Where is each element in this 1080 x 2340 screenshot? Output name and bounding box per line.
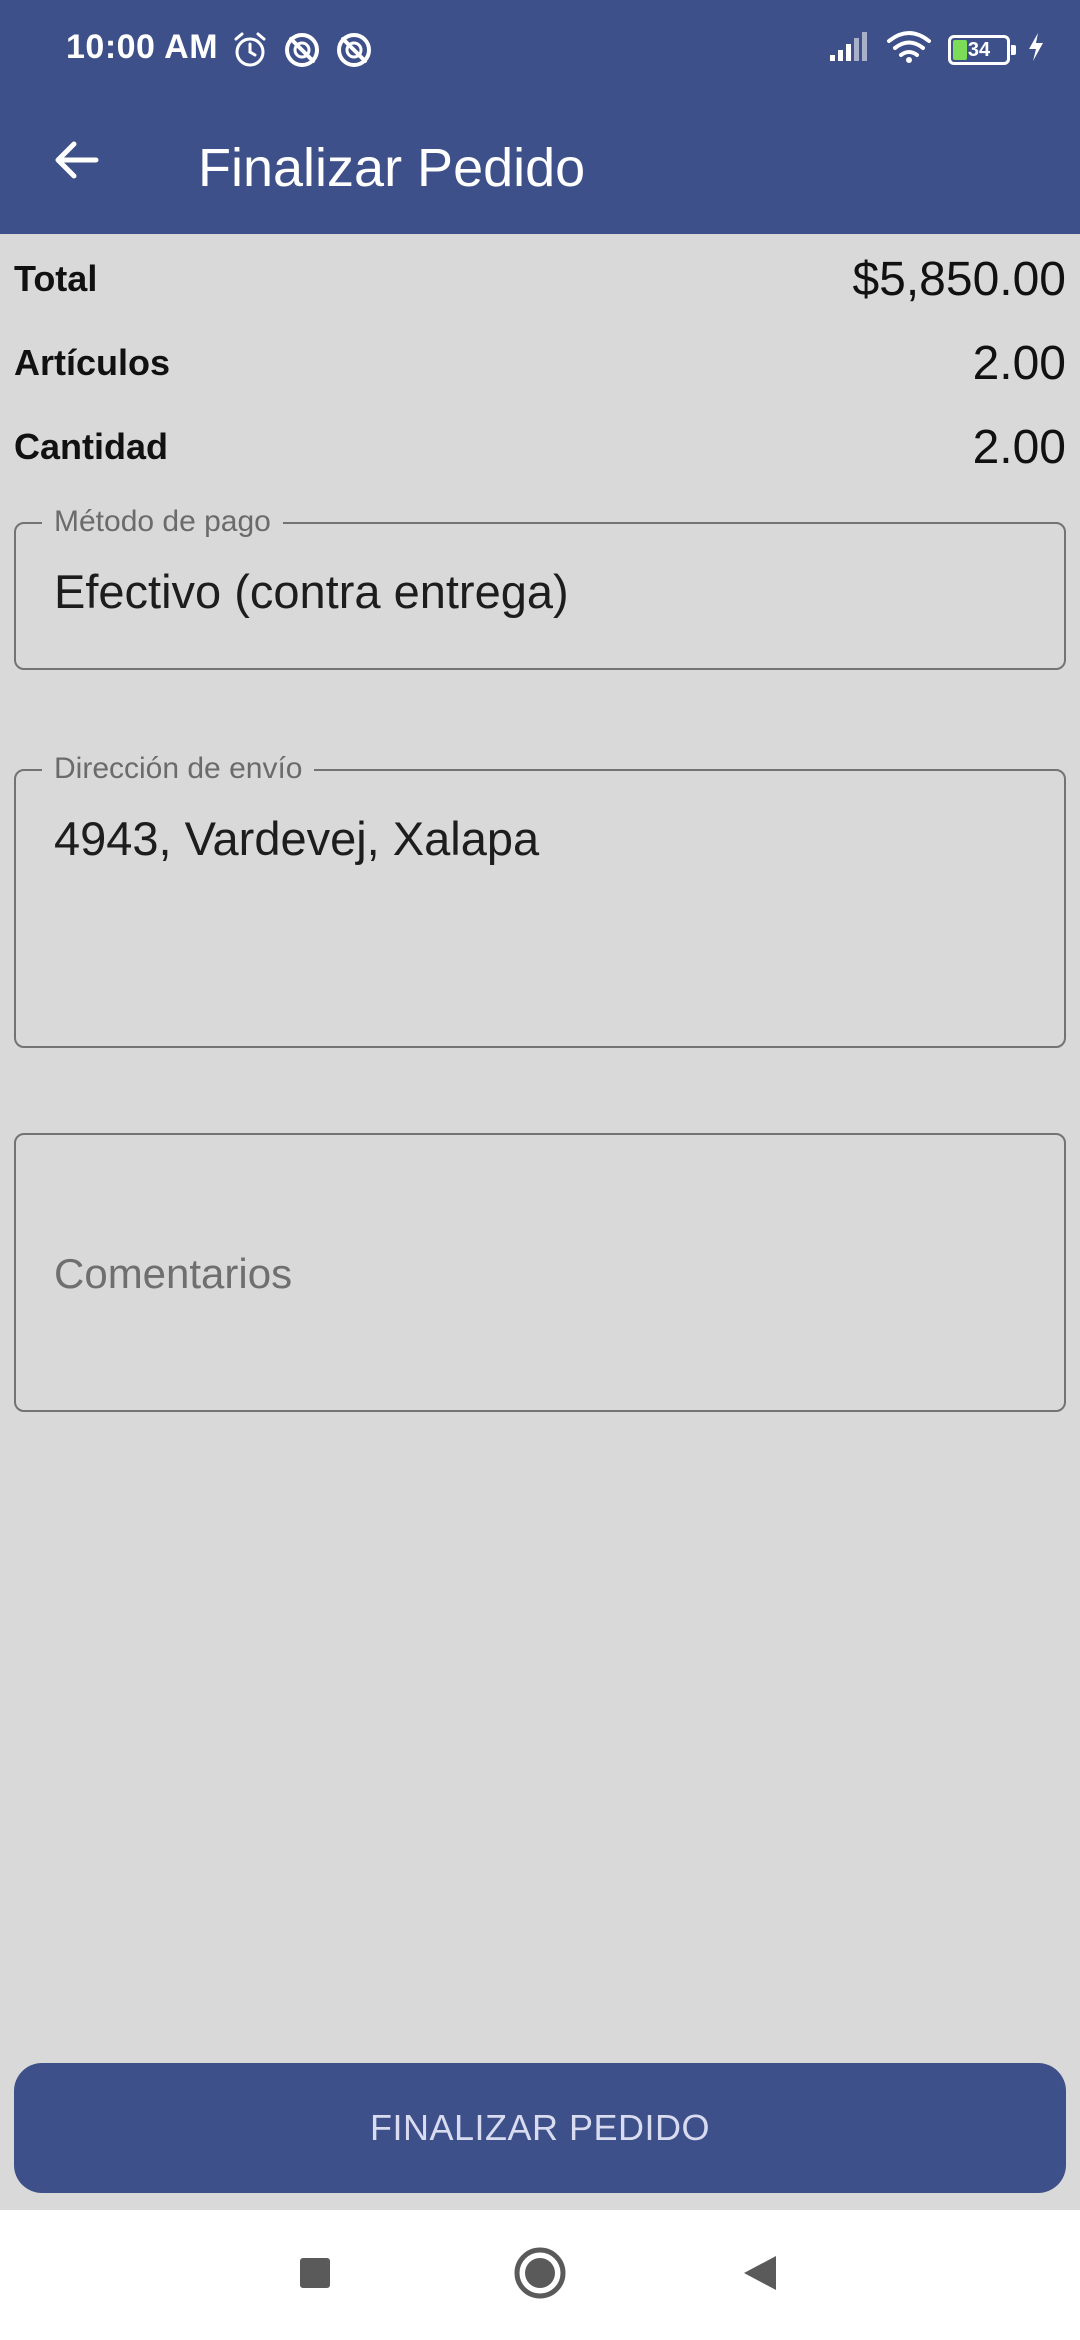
alarm-icon	[230, 30, 270, 70]
page-title: Finalizar Pedido	[198, 138, 586, 198]
back-triangle-icon	[740, 2253, 780, 2298]
status-system-icons: 34	[828, 30, 1046, 69]
shipping-address-field[interactable]: Dirección de envío 4943, Vardevej, Xalap…	[14, 751, 1066, 1048]
summary-value: 2.00	[972, 337, 1066, 390]
arrow-left-icon	[50, 134, 102, 191]
top-bar: 10:00 AM 34 Finalizar Pedido	[0, 0, 1080, 234]
finalize-order-label: FINALIZAR PEDIDO	[369, 2107, 711, 2148]
signal-icon	[828, 31, 870, 68]
recents-button[interactable]	[255, 2210, 375, 2340]
payment-method-label: Método de pago	[42, 504, 283, 540]
summary-value: 2.00	[972, 421, 1066, 474]
app-bar: Finalizar Pedido	[0, 110, 1080, 234]
shipping-address-value: 4943, Vardevej, Xalapa	[54, 812, 540, 865]
back-button[interactable]	[40, 126, 112, 198]
summary-row-total: Total $5,850.00	[14, 252, 1066, 336]
summary-label: Total	[14, 258, 98, 299]
summary-row-quantity: Cantidad 2.00	[14, 420, 1066, 504]
wifi-icon	[886, 30, 932, 69]
back-nav-button[interactable]	[700, 2210, 820, 2340]
home-circle-icon	[513, 2246, 567, 2305]
order-summary: Total $5,850.00 Artículos 2.00 Cantidad …	[14, 252, 1066, 504]
shipping-address-label: Dirección de envío	[42, 751, 315, 787]
sync-disabled-icon	[334, 30, 374, 70]
system-nav-bar	[0, 2210, 1080, 2340]
sync-disabled-icon	[282, 30, 322, 70]
status-time: 10:00 AM	[66, 28, 219, 66]
home-button[interactable]	[480, 2210, 600, 2340]
comments-placeholder: Comentarios	[54, 1250, 293, 1297]
summary-row-articles: Artículos 2.00	[14, 336, 1066, 420]
recents-square-icon	[298, 2256, 332, 2295]
finalize-order-button[interactable]: FINALIZAR PEDIDO	[14, 2063, 1066, 2193]
charging-icon	[1026, 32, 1046, 67]
battery-icon: 34	[948, 34, 1016, 65]
status-notification-icons	[230, 30, 374, 70]
battery-level: 34	[967, 38, 991, 61]
summary-label: Cantidad	[14, 426, 169, 467]
payment-method-value: Efectivo (contra entrega)	[54, 565, 569, 618]
payment-method-field[interactable]: Método de pago Efectivo (contra entrega)	[14, 504, 1066, 670]
status-bar: 10:00 AM 34	[0, 0, 1080, 100]
summary-label: Artículos	[14, 342, 171, 383]
comments-field[interactable]: Comentarios	[14, 1133, 1066, 1412]
summary-value: $5,850.00	[852, 253, 1066, 306]
